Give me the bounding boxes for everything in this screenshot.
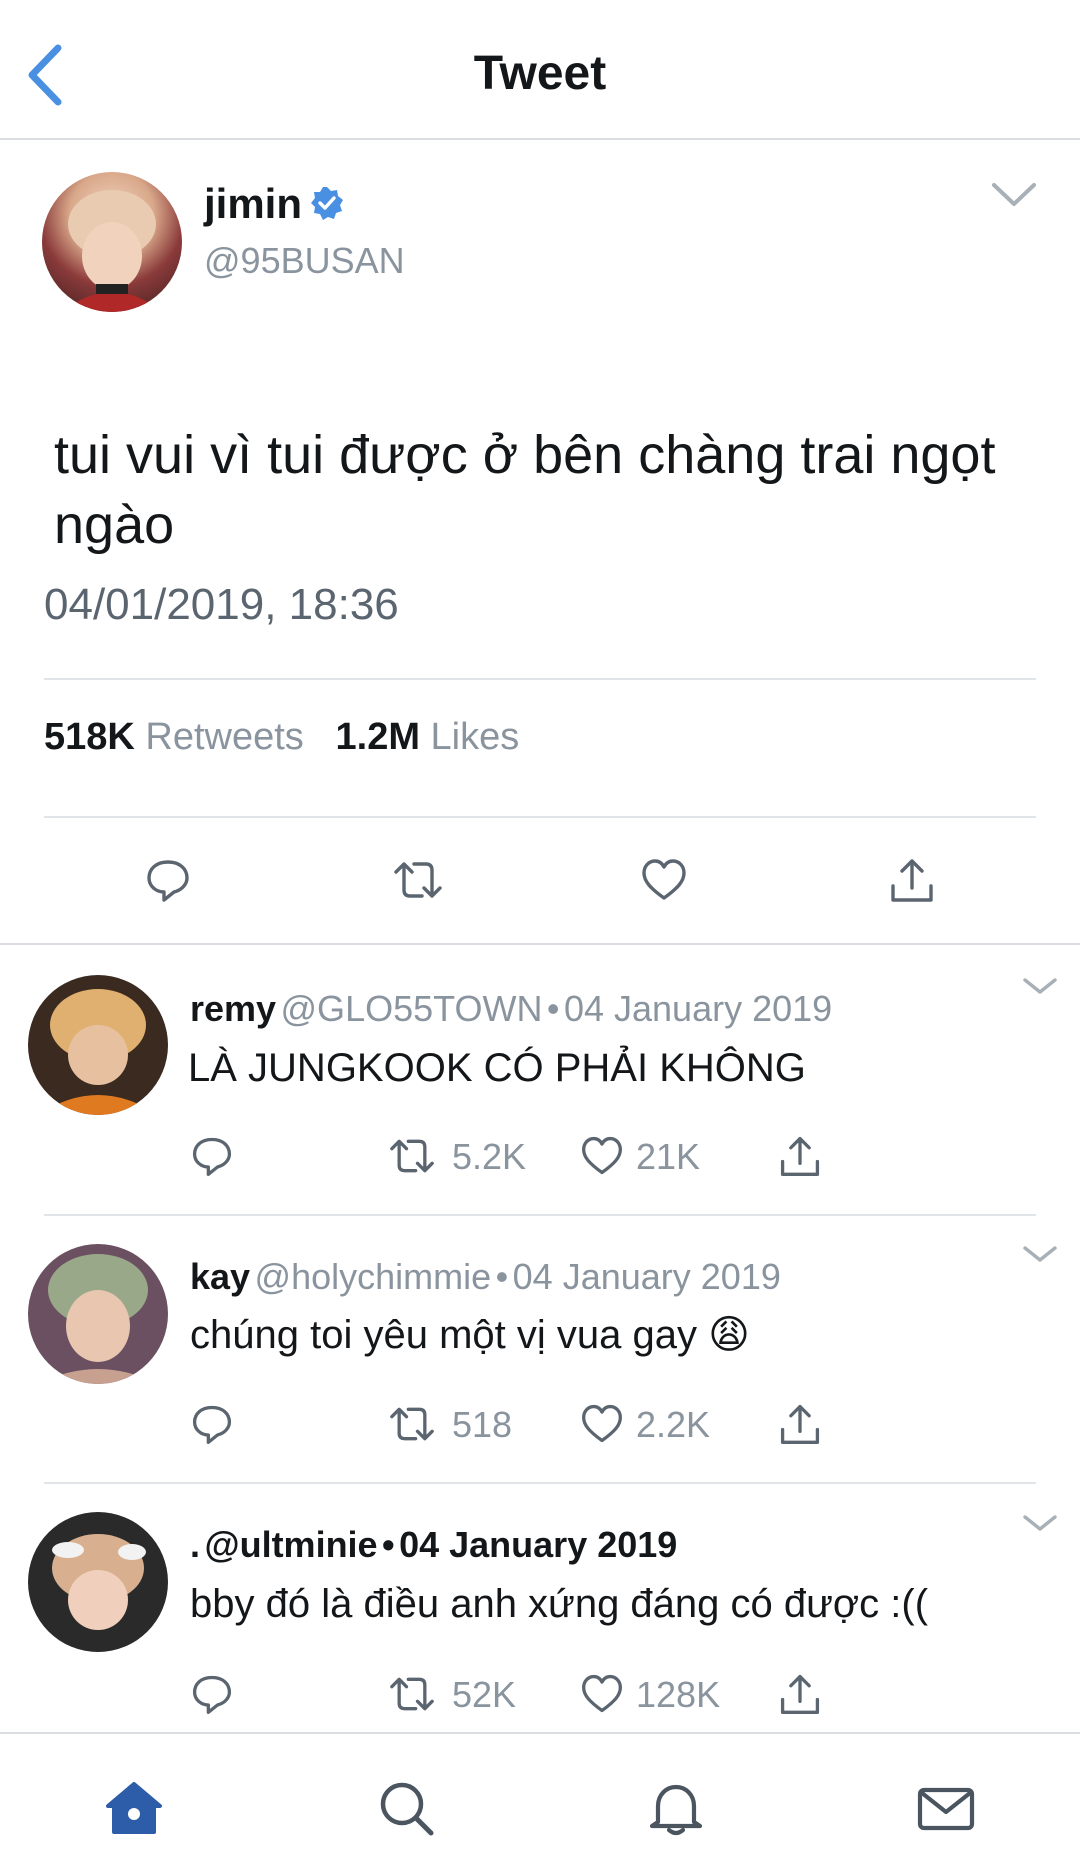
- heart-icon[interactable]: [580, 1402, 624, 1446]
- like-count: 128K: [636, 1674, 721, 1715]
- retweet-count: 518: [452, 1404, 513, 1445]
- reply-date: 04 January 2019: [512, 1256, 781, 1297]
- tweet-text: tui vui vì tui được ở bên chàng trai ngọ…: [54, 425, 996, 555]
- reply-header: remy @GLO55TOWN • 04 January 2019: [190, 988, 832, 1030]
- retweet-count[interactable]: 518K: [44, 716, 135, 758]
- meta-separator: •: [495, 1256, 509, 1297]
- reply-author-name[interactable]: kay: [190, 1256, 250, 1297]
- heart-icon[interactable]: [580, 1134, 624, 1178]
- chevron-down-icon[interactable]: [1022, 1243, 1058, 1267]
- share-icon[interactable]: [778, 1402, 822, 1446]
- search-icon[interactable]: [376, 1778, 436, 1838]
- reply-date: 04 January 2019: [563, 988, 833, 1029]
- reply-header: . @ultminie • 04 January 2019: [190, 1524, 677, 1566]
- page-title: Tweet: [473, 47, 607, 100]
- notifications-bell-icon[interactable]: [646, 1778, 706, 1838]
- reply-icon[interactable]: [190, 1672, 234, 1716]
- retweet-count: 5.2K: [452, 1136, 527, 1177]
- divider: [44, 1214, 1036, 1216]
- share-icon[interactable]: [888, 856, 936, 904]
- divider: [44, 1482, 1036, 1484]
- reply-icon[interactable]: [190, 1402, 234, 1446]
- tweet-timestamp: 04/01/2019, 18:36: [44, 580, 399, 629]
- messages-envelope-icon[interactable]: [916, 1778, 976, 1838]
- verified-badge-icon: [310, 186, 344, 220]
- home-icon[interactable]: [104, 1778, 164, 1838]
- avatar[interactable]: [42, 172, 182, 312]
- reply-text: LÀ JUNGKOOK CÓ PHẢI KHÔNG: [188, 1046, 806, 1090]
- bottom-nav: [0, 1732, 1080, 1875]
- reply-author-name[interactable]: .: [190, 1524, 200, 1565]
- chevron-down-icon[interactable]: [990, 180, 1038, 210]
- section-divider: [0, 943, 1080, 945]
- retweet-icon[interactable]: [386, 1134, 438, 1178]
- reply-icon[interactable]: [190, 1134, 234, 1178]
- reply-text: bby đó là điều anh xứng đáng có được :((: [190, 1582, 929, 1626]
- avatar[interactable]: [28, 1244, 168, 1384]
- share-icon[interactable]: [778, 1134, 822, 1178]
- like-count[interactable]: 1.2M: [336, 716, 420, 758]
- reply-text: chúng toi yêu một vị vua gay 😩: [190, 1313, 750, 1357]
- reply-author-handle[interactable]: @holychimmie: [255, 1256, 492, 1297]
- retweet-icon[interactable]: [390, 856, 442, 904]
- like-count: 2.2K: [636, 1404, 711, 1445]
- like-count: 21K: [636, 1136, 701, 1177]
- likes-label[interactable]: Likes: [431, 716, 520, 758]
- reply-date: 04 January 2019: [399, 1524, 678, 1565]
- meta-separator: •: [382, 1524, 395, 1565]
- chevron-down-icon[interactable]: [1022, 1512, 1058, 1536]
- chevron-down-icon[interactable]: [1022, 975, 1058, 999]
- reply-author-handle[interactable]: @GLO55TOWN: [281, 988, 543, 1029]
- author-handle[interactable]: @95BUSAN: [204, 240, 405, 282]
- tweet-stats: 518K Retweets 1.2M Likes: [44, 716, 519, 759]
- reply-author-handle[interactable]: @ultminie: [204, 1524, 377, 1565]
- meta-separator: •: [546, 988, 560, 1029]
- retweet-icon[interactable]: [386, 1672, 438, 1716]
- retweet-count: 52K: [452, 1674, 517, 1715]
- reply-header: kay @holychimmie • 04 January 2019: [190, 1256, 781, 1298]
- retweet-icon[interactable]: [386, 1402, 438, 1446]
- retweets-label[interactable]: Retweets: [145, 716, 303, 758]
- reply-icon[interactable]: [144, 856, 192, 904]
- heart-icon[interactable]: [640, 856, 688, 904]
- author-name[interactable]: jimin: [204, 180, 302, 228]
- share-icon[interactable]: [778, 1672, 822, 1716]
- heart-icon[interactable]: [580, 1672, 624, 1716]
- divider: [44, 678, 1036, 680]
- divider: [44, 816, 1036, 818]
- top-bar: Tweet: [0, 0, 1080, 140]
- reply-author-name[interactable]: remy: [190, 988, 276, 1029]
- avatar[interactable]: [28, 975, 168, 1115]
- avatar[interactable]: [28, 1512, 168, 1652]
